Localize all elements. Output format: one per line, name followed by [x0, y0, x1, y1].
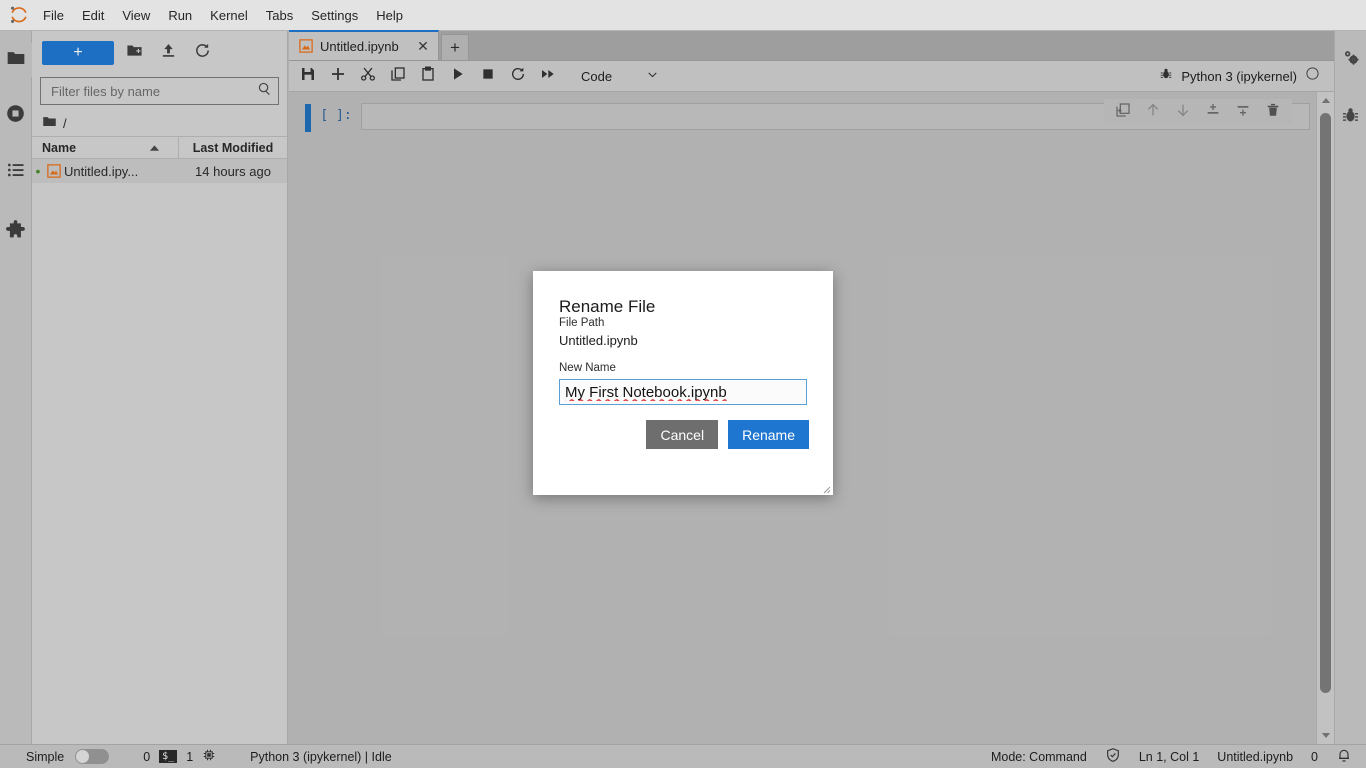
new-name-input[interactable] — [559, 379, 807, 405]
file-path-label: File Path — [559, 317, 605, 329]
rename-button[interactable]: Rename — [728, 420, 809, 449]
file-path-value: Untitled.ipynb — [559, 333, 638, 348]
new-name-label: New Name — [559, 362, 616, 374]
dialog-title: Rename File — [559, 297, 656, 316]
resize-grip-icon[interactable] — [819, 481, 831, 494]
cancel-button[interactable]: Cancel — [646, 420, 719, 449]
rename-file-dialog: Rename File File Path Untitled.ipynb New… — [533, 271, 833, 495]
dialog-buttons: Cancel Rename — [533, 405, 833, 449]
modal-overlay[interactable]: Rename File File Path Untitled.ipynb New… — [0, 0, 1366, 768]
